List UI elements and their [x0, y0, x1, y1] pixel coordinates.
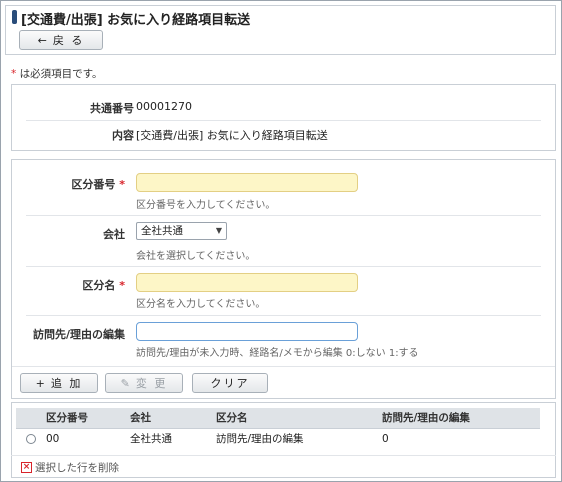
- cell-visit-edit: 0: [382, 432, 389, 445]
- content-value: [交通費/出張] お気に入り経路項目転送: [136, 129, 328, 142]
- column-header-division-name: 区分名: [212, 408, 378, 429]
- visit-edit-input[interactable]: [136, 322, 358, 341]
- change-button-label: 変 更: [135, 377, 168, 390]
- delete-selected-label: 選択した行を削除: [35, 462, 119, 474]
- title-accent-bar: [12, 10, 17, 24]
- row-radio-button[interactable]: [26, 433, 36, 444]
- required-star-icon: *: [11, 68, 17, 80]
- column-header-division-no: 区分番号: [42, 408, 126, 429]
- divider: [11, 455, 556, 456]
- divider: [26, 315, 541, 316]
- clear-button[interactable]: クリア: [192, 373, 268, 393]
- plus-icon: +: [35, 376, 45, 390]
- cell-division-name: 訪問先/理由の編集: [216, 433, 304, 446]
- cell-division-no: 00: [46, 432, 60, 445]
- content-label: 内容: [112, 129, 134, 142]
- column-header-company: 会社: [126, 408, 212, 429]
- change-button[interactable]: ✎ 変 更: [105, 373, 183, 393]
- add-button-label: 追 加: [50, 377, 83, 390]
- divider: [12, 366, 555, 367]
- page-header: [交通費/出張] お気に入り経路項目転送 ← 戻 る: [5, 5, 556, 55]
- pencil-icon: ✎: [120, 376, 130, 390]
- common-no-label: 共通番号: [90, 102, 134, 115]
- division-no-label: 区分番号 *: [71, 178, 125, 191]
- division-table: 区分番号 会社 区分名 訪問先/理由の編集 00 全社共通 訪問先/理由の編集 …: [16, 408, 540, 449]
- row-select-cell: [16, 428, 42, 449]
- clear-button-label: クリア: [210, 377, 250, 390]
- division-name-label: 区分名 *: [82, 279, 125, 292]
- page-title: [交通費/出張] お気に入り経路項目転送: [21, 13, 251, 28]
- company-label: 会社: [103, 228, 125, 241]
- back-button-label: 戻 る: [52, 34, 85, 47]
- required-note: * は必須項目です。: [11, 66, 103, 81]
- cell-company: 全社共通: [130, 433, 172, 446]
- delete-selected-link[interactable]: × 選択した行を削除: [21, 460, 119, 475]
- divider: [26, 215, 541, 216]
- divider: [26, 120, 541, 121]
- add-button[interactable]: + 追 加: [20, 373, 98, 393]
- back-button[interactable]: ← 戻 る: [19, 30, 103, 50]
- division-no-hint: 区分番号を入力してください。: [136, 200, 276, 211]
- table-row[interactable]: 00 全社共通 訪問先/理由の編集 0: [16, 428, 540, 449]
- dropdown-caret-icon: ▼: [215, 226, 222, 235]
- arrow-left-icon: ←: [37, 33, 47, 47]
- divider: [26, 266, 541, 267]
- visit-edit-hint: 訪問先/理由が未入力時、経路名/メモから編集 0:しない 1:する: [136, 348, 419, 359]
- company-hint: 会社を選択してください。: [136, 251, 256, 262]
- delete-x-icon: ×: [21, 462, 32, 473]
- visit-edit-label: 訪問先/理由の編集: [32, 328, 125, 341]
- info-panel: 共通番号 00001270 内容 [交通費/出張] お気に入り経路項目転送: [11, 84, 556, 151]
- select-column-header: [16, 408, 42, 429]
- company-select-value: 全社共通: [141, 225, 183, 237]
- form-panel: 区分番号 * 区分番号を入力してください。 会社 全社共通 ▼ 会社を選択してく…: [11, 159, 556, 399]
- required-note-text: は必須項目です。: [19, 68, 103, 80]
- division-name-input[interactable]: [136, 273, 358, 292]
- division-name-hint: 区分名を入力してください。: [136, 299, 266, 310]
- common-no-value: 00001270: [136, 100, 192, 113]
- company-select[interactable]: 全社共通 ▼: [136, 222, 227, 240]
- table-header-row: 区分番号 会社 区分名 訪問先/理由の編集: [16, 408, 540, 429]
- division-no-input[interactable]: [136, 173, 358, 192]
- column-header-visit-edit: 訪問先/理由の編集: [378, 408, 540, 429]
